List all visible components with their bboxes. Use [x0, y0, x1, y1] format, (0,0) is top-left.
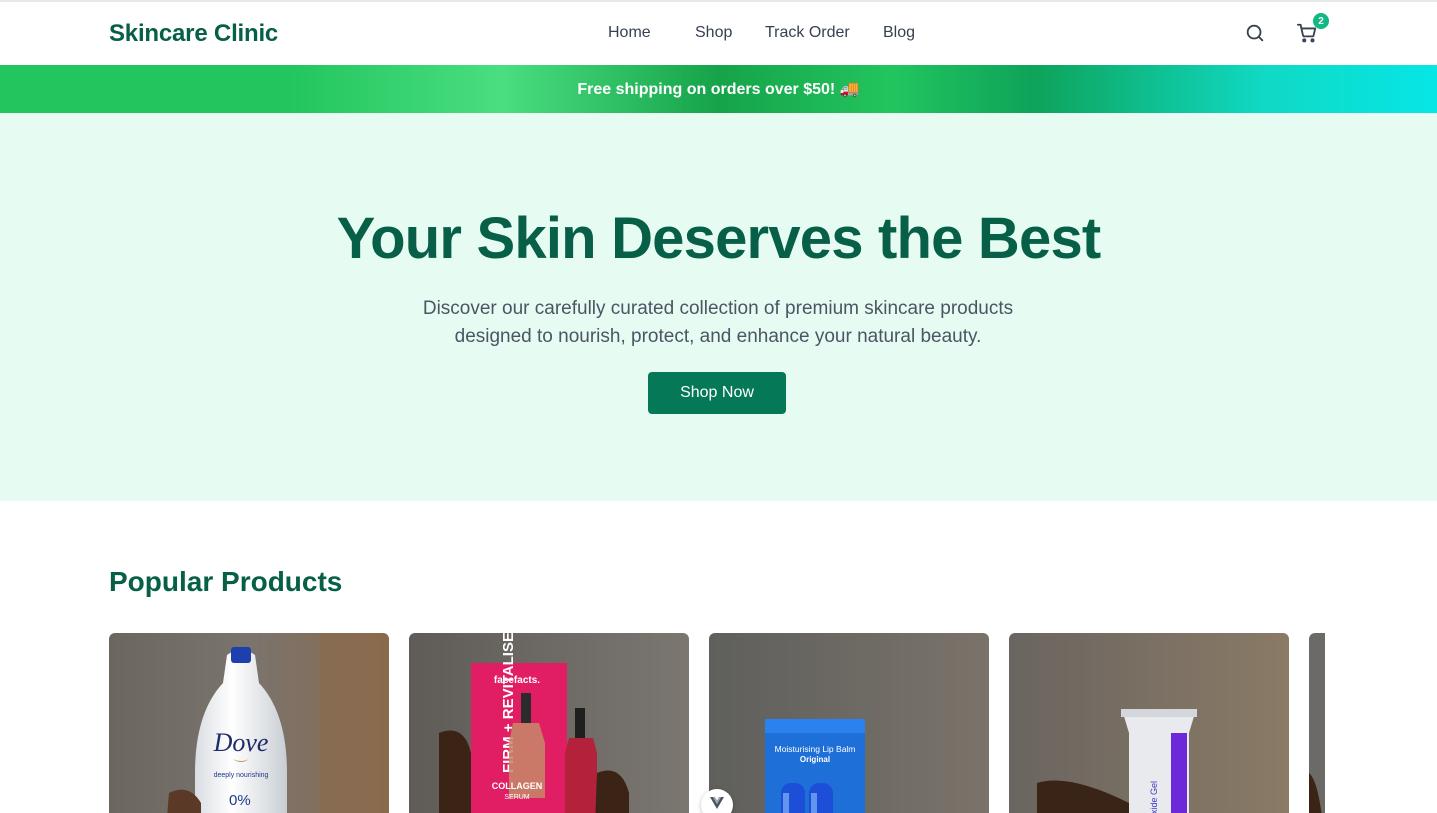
product-card[interactable]	[1309, 633, 1325, 813]
product-card[interactable]: facefacts. FIRM + REVITALISE COLLAGEN SE…	[409, 633, 689, 813]
product-card[interactable]: Moisturising Lip Balm Original	[709, 633, 989, 813]
cart-count-badge: 2	[1313, 13, 1329, 29]
hero-title: Your Skin Deserves the Best	[336, 206, 1102, 271]
nav-shop[interactable]: Shop	[695, 24, 732, 42]
hero-section: Your Skin Deserves the Best Discover our…	[0, 113, 1437, 501]
product-image-lip-balm: Moisturising Lip Balm Original	[709, 633, 989, 813]
promo-banner: Free shipping on orders over $50! 🚚	[0, 65, 1437, 113]
product-image-gel-tube: Peroxide Gel	[1009, 633, 1289, 813]
lipbalm-label-main: Moisturising Lip Balm	[775, 744, 856, 754]
nav-blog[interactable]: Blog	[883, 24, 915, 42]
hero-subtitle-line-2: designed to nourish, protect, and enhanc…	[454, 326, 982, 347]
vue-devtools-icon	[710, 797, 724, 809]
promo-text: Free shipping on orders over $50! 🚚	[577, 81, 860, 98]
serum-label-sub: COLLAGEN	[492, 781, 543, 791]
hero-subtitle: Discover our carefully curated collectio…	[368, 295, 1068, 351]
dove-label-brand: Dove	[213, 728, 269, 757]
product-carousel[interactable]: Dove deeply nourishing 0% facefacts. FIR…	[109, 633, 1325, 813]
product-image-dove: Dove deeply nourishing 0%	[109, 633, 389, 813]
lipbalm-label-sub: Original	[800, 755, 830, 764]
site-logo[interactable]: Skincare Clinic	[109, 20, 278, 48]
hero-subtitle-line-1: Discover our carefully curated collectio…	[422, 298, 1014, 319]
gel-label-main: Peroxide Gel	[1149, 781, 1159, 813]
search-icon	[1246, 24, 1264, 42]
dove-label-pct: 0%	[229, 792, 251, 809]
nav-track-order[interactable]: Track Order	[765, 24, 850, 42]
floating-toggle-button[interactable]	[701, 789, 733, 813]
shop-now-button[interactable]: Shop Now	[648, 372, 786, 414]
nav-home[interactable]: Home	[608, 24, 651, 42]
dove-label-line: deeply nourishing	[214, 772, 269, 779]
product-card[interactable]: Peroxide Gel	[1009, 633, 1289, 813]
product-image-partial	[1309, 633, 1325, 813]
serum-label-sub2: SERUM	[504, 794, 529, 801]
popular-products-title: Popular Products	[109, 566, 343, 597]
navbar: Skincare Clinic Home Shop Track Order Bl…	[0, 2, 1437, 65]
search-button[interactable]	[1242, 20, 1268, 46]
product-image-serum: facefacts. FIRM + REVITALISE COLLAGEN SE…	[409, 633, 689, 813]
product-card[interactable]: Dove deeply nourishing 0%	[109, 633, 389, 813]
